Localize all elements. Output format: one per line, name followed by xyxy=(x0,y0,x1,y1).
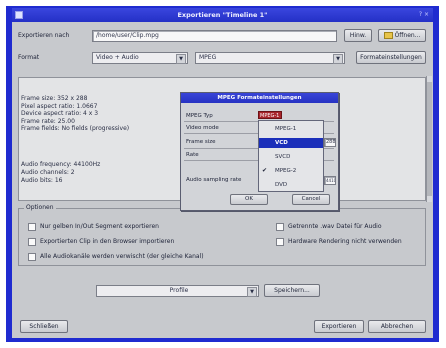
mpeg-cancel-button[interactable]: Cancel xyxy=(292,194,330,205)
folder-icon xyxy=(383,32,393,39)
window-controls[interactable]: ? × xyxy=(419,8,429,22)
chevron-down-icon: ▼ xyxy=(333,54,343,64)
option-checkbox[interactable] xyxy=(28,253,36,261)
info-line: Audio bits: 16 xyxy=(21,177,63,184)
window-menu-icon[interactable] xyxy=(15,11,23,19)
mpeg-row-label: Video mode xyxy=(186,125,219,131)
browse-button-label: Öffnen... xyxy=(394,32,421,39)
info-line: Audio frequency: 44100Hz xyxy=(21,161,101,168)
save-profile-button[interactable]: Speichern... xyxy=(264,284,320,297)
format-settings-button[interactable]: Formateinstellungen xyxy=(356,51,426,64)
option-checkbox[interactable] xyxy=(276,223,284,231)
format-codec-value: MPEG xyxy=(199,54,217,61)
chevron-down-icon: ▼ xyxy=(176,54,186,64)
chevron-down-icon: ▼ xyxy=(247,287,257,297)
info-line: Frame size: 352 x 288 xyxy=(21,95,88,102)
checkmark-icon: ✔ xyxy=(262,167,268,174)
info-line: Device aspect ratio: 4 x 3 xyxy=(21,110,99,117)
option-label: Alle Audiokanäle werden verwischt (der g… xyxy=(40,253,204,260)
format-type-select[interactable]: Video + Audio ▼ xyxy=(92,52,188,64)
close-button[interactable]: Schließen xyxy=(20,320,68,333)
option-label: Exportierten Clip in den Browser importi… xyxy=(40,238,175,245)
option-checkbox[interactable] xyxy=(28,223,36,231)
cancel-button[interactable]: Abbrechen xyxy=(368,320,426,333)
scroll-down-arrow-icon[interactable] xyxy=(427,196,432,202)
info-line: Frame fields: No fields (progressive) xyxy=(21,125,130,132)
mpeg-row-label: Frame size xyxy=(186,139,216,145)
mpeg-ok-button[interactable]: OK xyxy=(230,194,268,205)
mpeg-row-label: Audio sampling rate xyxy=(186,177,242,183)
option-label: Nur gelben In/Out Segment exportieren xyxy=(40,223,159,230)
info-line: Pixel aspect ratio: 1.0667 xyxy=(21,103,98,110)
profile-value: Profile xyxy=(169,287,189,294)
browse-button[interactable]: Öffnen... xyxy=(378,29,426,42)
menu-item-svcd[interactable]: SVCD xyxy=(259,152,323,162)
mpeg-row-label: Rate xyxy=(186,152,199,158)
title-bar[interactable]: Exportieren "Timeline 1" ? × xyxy=(12,8,433,22)
scroll-up-arrow-icon[interactable] xyxy=(427,76,432,82)
option-checkbox[interactable] xyxy=(28,238,36,246)
mpeg-type-value: MPEG-1 xyxy=(260,113,280,119)
mpeg-row-label: MPEG Typ xyxy=(186,113,213,119)
export-path-label: Exportieren nach xyxy=(18,32,70,39)
menu-item-mpeg1[interactable]: MPEG-1 xyxy=(259,124,323,134)
menu-item-dvd[interactable]: DVD xyxy=(259,180,323,190)
frame-size-input[interactable]: 288 xyxy=(324,138,336,147)
format-type-value: Video + Audio xyxy=(96,54,139,61)
menu-item-mpeg2[interactable]: MPEG-2 xyxy=(259,166,323,176)
export-path-input[interactable]: /home/user/Clip.mpg xyxy=(92,30,337,42)
menu-item-vcd[interactable]: VCD xyxy=(259,138,323,148)
info-line: Frame rate: 25.00 xyxy=(21,118,75,125)
option-checkbox[interactable] xyxy=(276,238,284,246)
export-button[interactable]: Exportieren xyxy=(314,320,364,333)
options-group-title: Optionen xyxy=(24,203,56,213)
audio-sampling-input[interactable]: 44100 xyxy=(324,176,336,185)
mpeg-dialog-title: MPEG Formateinstellungen xyxy=(181,93,338,103)
hint-button[interactable]: Hinw. xyxy=(344,29,372,42)
info-line: Audio channels: 2 xyxy=(21,169,75,176)
format-codec-select[interactable]: MPEG ▼ xyxy=(195,52,345,64)
option-label: Getrennte .wav Datei für Audio xyxy=(288,223,382,230)
option-label: Hardware Rendering nicht verwenden xyxy=(288,238,402,245)
info-scrollbar[interactable] xyxy=(426,76,432,202)
mpeg-type-select[interactable]: MPEG-1 xyxy=(258,111,282,119)
format-label: Format xyxy=(18,54,40,61)
profile-select[interactable]: Profile ▼ xyxy=(96,285,259,297)
window-title: Exportieren "Timeline 1" xyxy=(177,11,268,19)
